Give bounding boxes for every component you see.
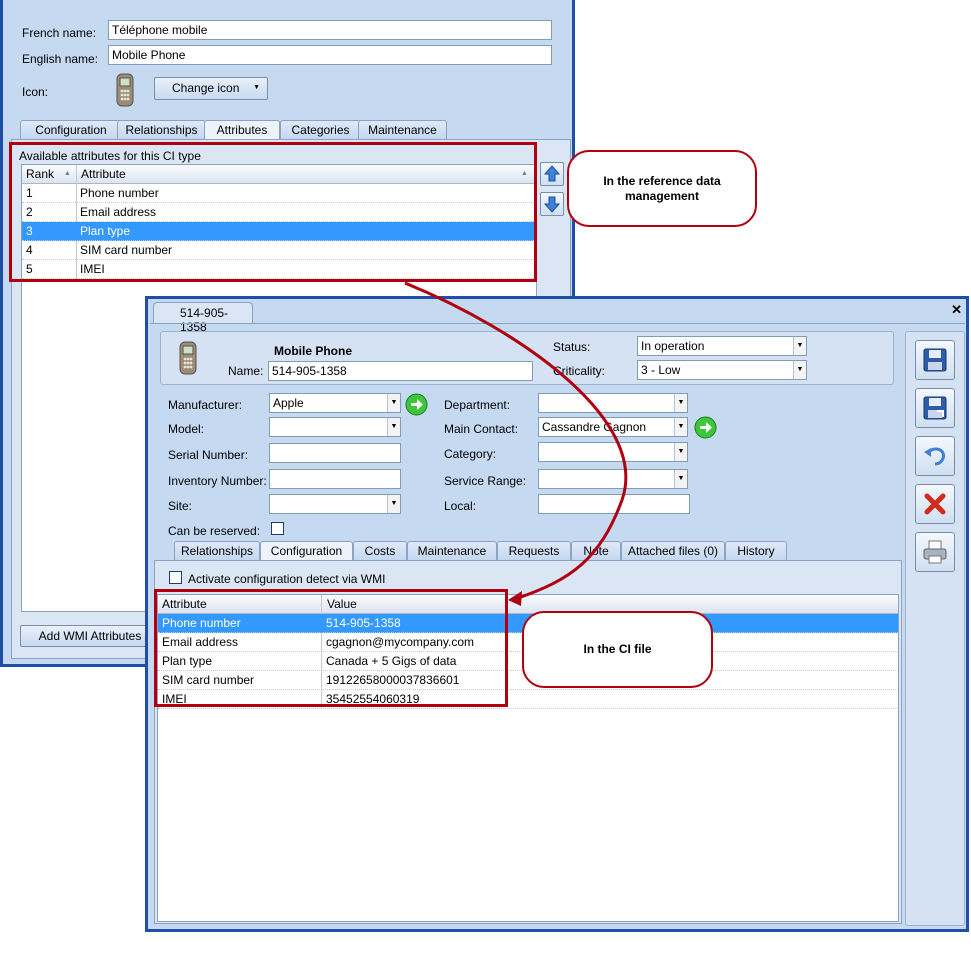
tab-attributes[interactable]: Attributes — [204, 120, 280, 141]
go-arrow-icon[interactable] — [694, 416, 717, 439]
tab-categories[interactable]: Categories — [280, 120, 361, 140]
status-label: Status: — [553, 340, 591, 354]
tab-history[interactable]: History — [725, 541, 787, 561]
model-select[interactable]: ▼ — [269, 417, 401, 437]
arrow-down-icon — [543, 196, 561, 213]
chevron-down-icon: ▼ — [674, 394, 687, 412]
chevron-down-icon: ▼ — [387, 418, 400, 436]
tab-requests[interactable]: Requests — [497, 541, 571, 561]
category-select[interactable]: ▼ — [538, 442, 688, 462]
undo-icon — [924, 447, 945, 466]
mobile-phone-icon — [114, 73, 136, 107]
tab-maintenance[interactable]: Maintenance — [407, 541, 497, 561]
wmi-detect-label: Activate configuration detect via WMI — [188, 572, 386, 586]
can-be-reserved-checkbox[interactable] — [271, 522, 284, 535]
tab-configuration[interactable]: Configuration — [260, 541, 353, 562]
serial-number-field[interactable] — [269, 443, 401, 463]
name-label: Name: — [228, 364, 264, 378]
chevron-down-icon: ▼ — [387, 495, 400, 513]
callout-ci-file: In the CI file — [522, 611, 713, 688]
arrow-up-icon — [543, 165, 561, 182]
move-up-button[interactable] — [540, 162, 564, 186]
chevron-down-icon: ▼ — [387, 394, 400, 412]
department-label: Department: — [444, 398, 511, 412]
highlight-reference-attributes — [9, 142, 537, 282]
inventory-number-field[interactable] — [269, 469, 401, 489]
save-close-icon — [923, 396, 947, 420]
chevron-down-icon: ▼ — [793, 337, 806, 355]
tab-configuration[interactable]: Configuration — [20, 120, 122, 140]
save-and-close-button[interactable] — [915, 388, 955, 428]
wmi-detect-checkbox[interactable] — [169, 571, 182, 584]
ci-tab-strip: Relationships Configuration Costs Mainte… — [156, 541, 916, 562]
mobile-phone-icon — [177, 341, 199, 375]
chevron-down-icon: ▼ — [253, 84, 260, 91]
icon-label: Icon: — [22, 85, 49, 99]
status-select[interactable]: In operation ▼ — [637, 336, 807, 356]
tab-costs[interactable]: Costs — [353, 541, 407, 561]
tab-relationships[interactable]: Relationships — [174, 541, 260, 561]
site-select[interactable]: ▼ — [269, 494, 401, 514]
main-contact-label: Main Contact: — [444, 422, 519, 436]
manufacturer-label: Manufacturer: — [168, 398, 243, 412]
title-underline — [150, 323, 965, 324]
change-icon-button[interactable]: Change icon ▼ — [154, 77, 268, 100]
english-name-field[interactable]: Mobile Phone — [108, 45, 552, 65]
local-label: Local: — [444, 499, 477, 513]
local-field[interactable] — [538, 494, 690, 514]
department-select[interactable]: ▼ — [538, 393, 688, 413]
print-icon — [923, 540, 947, 564]
french-name-label: French name: — [22, 26, 97, 40]
change-icon-label: Change icon — [172, 81, 240, 95]
name-field[interactable]: 514-905-1358 — [268, 361, 533, 381]
tab-ci-document[interactable]: 514-905-1358 — [153, 302, 253, 334]
manufacturer-select[interactable]: Apple ▼ — [269, 393, 401, 413]
model-label: Model: — [168, 422, 205, 436]
site-label: Site: — [168, 499, 193, 513]
add-wmi-attributes-button[interactable]: Add WMI Attributes — [20, 625, 160, 647]
tab-relationships[interactable]: Relationships — [117, 120, 206, 140]
can-be-reserved-label: Can be reserved: — [168, 524, 261, 538]
chevron-down-icon: ▼ — [674, 418, 687, 436]
serial-number-label: Serial Number: — [168, 448, 249, 462]
chevron-down-icon: ▼ — [674, 443, 687, 461]
move-down-button[interactable] — [540, 192, 564, 216]
save-button[interactable] — [915, 340, 955, 380]
main-contact-select[interactable]: Cassandre Gagnon ▼ — [538, 417, 688, 437]
undo-button[interactable] — [915, 436, 955, 476]
category-label: Category: — [444, 447, 497, 461]
service-range-label: Service Range: — [444, 474, 527, 488]
ref-tab-strip: Configuration Relationships Attributes C… — [11, 120, 571, 141]
chevron-down-icon: ▼ — [793, 361, 806, 379]
tab-maintenance[interactable]: Maintenance — [358, 120, 447, 140]
highlight-ci-attributes — [154, 589, 508, 707]
english-name-label: English name: — [22, 52, 99, 66]
print-button[interactable] — [915, 532, 955, 572]
tab-attached-files[interactable]: Attached files (0) — [621, 541, 725, 561]
callout-reference-data: In the reference data management — [567, 150, 757, 227]
criticality-label: Criticality: — [553, 364, 606, 378]
delete-icon — [924, 493, 946, 515]
delete-button[interactable] — [915, 484, 955, 524]
go-arrow-icon[interactable] — [405, 393, 428, 416]
french-name-field[interactable]: Téléphone mobile — [108, 20, 552, 40]
ci-type-title: Mobile Phone — [274, 344, 352, 358]
inventory-number-label: Inventory Number: — [168, 474, 267, 488]
service-range-select[interactable]: ▼ — [538, 469, 688, 489]
save-icon — [923, 348, 947, 372]
criticality-select[interactable]: 3 - Low ▼ — [637, 360, 807, 380]
tab-note[interactable]: Note — [571, 541, 621, 561]
chevron-down-icon: ▼ — [674, 470, 687, 488]
close-icon[interactable]: ✕ — [951, 302, 962, 318]
